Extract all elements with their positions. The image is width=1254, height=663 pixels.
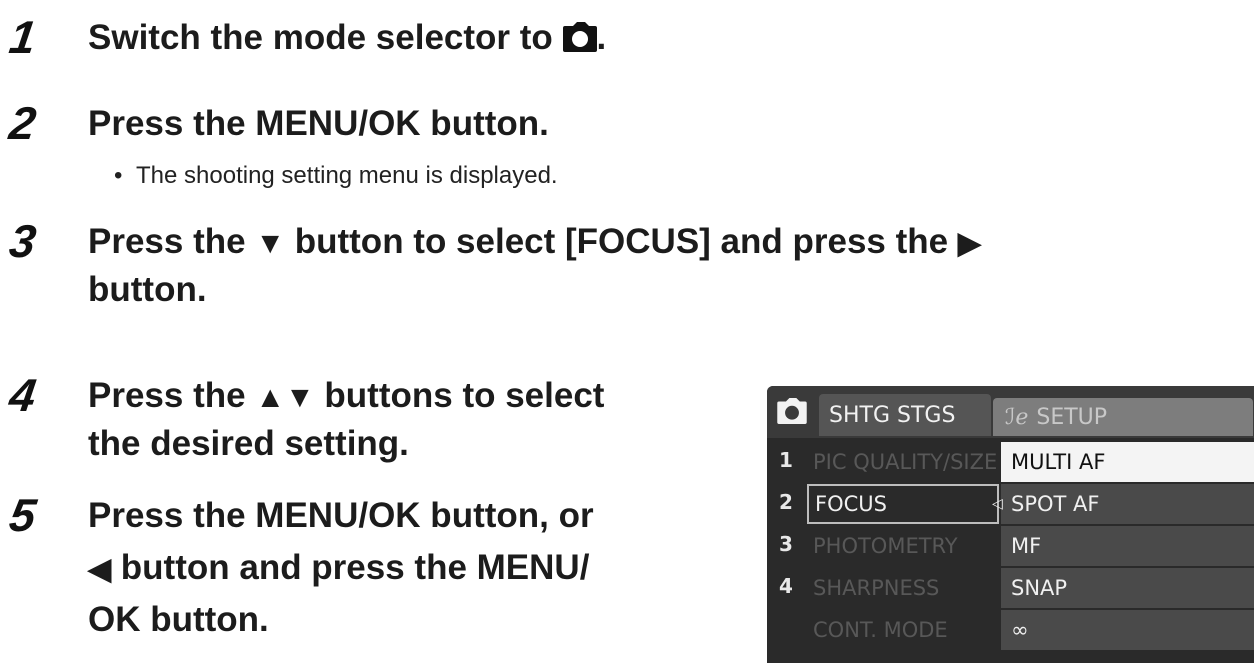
step-number: 4 bbox=[6, 369, 40, 421]
menu-page-number: 1 bbox=[779, 448, 793, 472]
menu-item: CONT. MODE bbox=[813, 618, 948, 642]
step-number: 2 bbox=[6, 97, 40, 149]
menu-item: PHOTOMETRY bbox=[813, 534, 958, 558]
step-text: Press the ▲▼ buttons to select bbox=[88, 376, 605, 415]
menu-item: PIC QUALITY/SIZE bbox=[813, 450, 998, 474]
step-text: Press the ▼ button to select [FOCUS] and… bbox=[88, 222, 981, 261]
step-text: Press the MENU/OK button, or bbox=[88, 496, 594, 535]
step-number: 1 bbox=[6, 11, 40, 63]
step-text-line2: button. bbox=[88, 270, 207, 309]
option-pointer-icon: ◁ bbox=[992, 496, 1003, 512]
menu-page-number: 2 bbox=[779, 490, 793, 514]
tab-shooting-settings: SHTG STGS bbox=[819, 394, 991, 436]
camera-lcd-screen: SHTG STGS ℐℯ SETUP 1 2 3 4 PIC QUALITY/SI… bbox=[767, 386, 1254, 663]
bullet-dot: • bbox=[114, 162, 123, 189]
camera-icon bbox=[777, 398, 807, 429]
left-arrow-icon: ◀ bbox=[88, 553, 112, 586]
step-text: Switch the mode selector to . bbox=[88, 16, 606, 63]
focus-option-selected: MULTI AF bbox=[1001, 442, 1254, 482]
down-arrow-icon: ▼ bbox=[255, 227, 286, 260]
focus-option: SNAP bbox=[1001, 568, 1254, 608]
step-text-line2: the desired setting. bbox=[88, 424, 409, 463]
up-down-arrow-icon: ▲▼ bbox=[255, 381, 315, 414]
step-text: Press the MENU/OK button. bbox=[88, 104, 549, 143]
menu-item: SHARPNESS bbox=[813, 576, 940, 600]
menu-item-selected: FOCUS bbox=[807, 484, 999, 524]
step-bullet: • The shooting setting menu is displayed. bbox=[114, 162, 558, 189]
focus-option: SPOT AF bbox=[1001, 484, 1254, 524]
step-number: 3 bbox=[6, 215, 40, 267]
setup-icon: ℐℯ bbox=[1005, 405, 1029, 430]
right-arrow-icon: ▶ bbox=[957, 227, 981, 260]
step-text-line2: ◀ button and press the MENU/ bbox=[88, 548, 590, 587]
menu-page-number: 4 bbox=[779, 574, 793, 598]
focus-option: MF bbox=[1001, 526, 1254, 566]
tab-setup: ℐℯ SETUP bbox=[993, 398, 1253, 436]
step-text-line3: OK button. bbox=[88, 600, 269, 639]
focus-option: ∞ bbox=[1001, 610, 1254, 650]
step-number: 5 bbox=[6, 489, 40, 541]
menu-page-number: 3 bbox=[779, 532, 793, 556]
camera-mode-icon bbox=[562, 19, 597, 63]
